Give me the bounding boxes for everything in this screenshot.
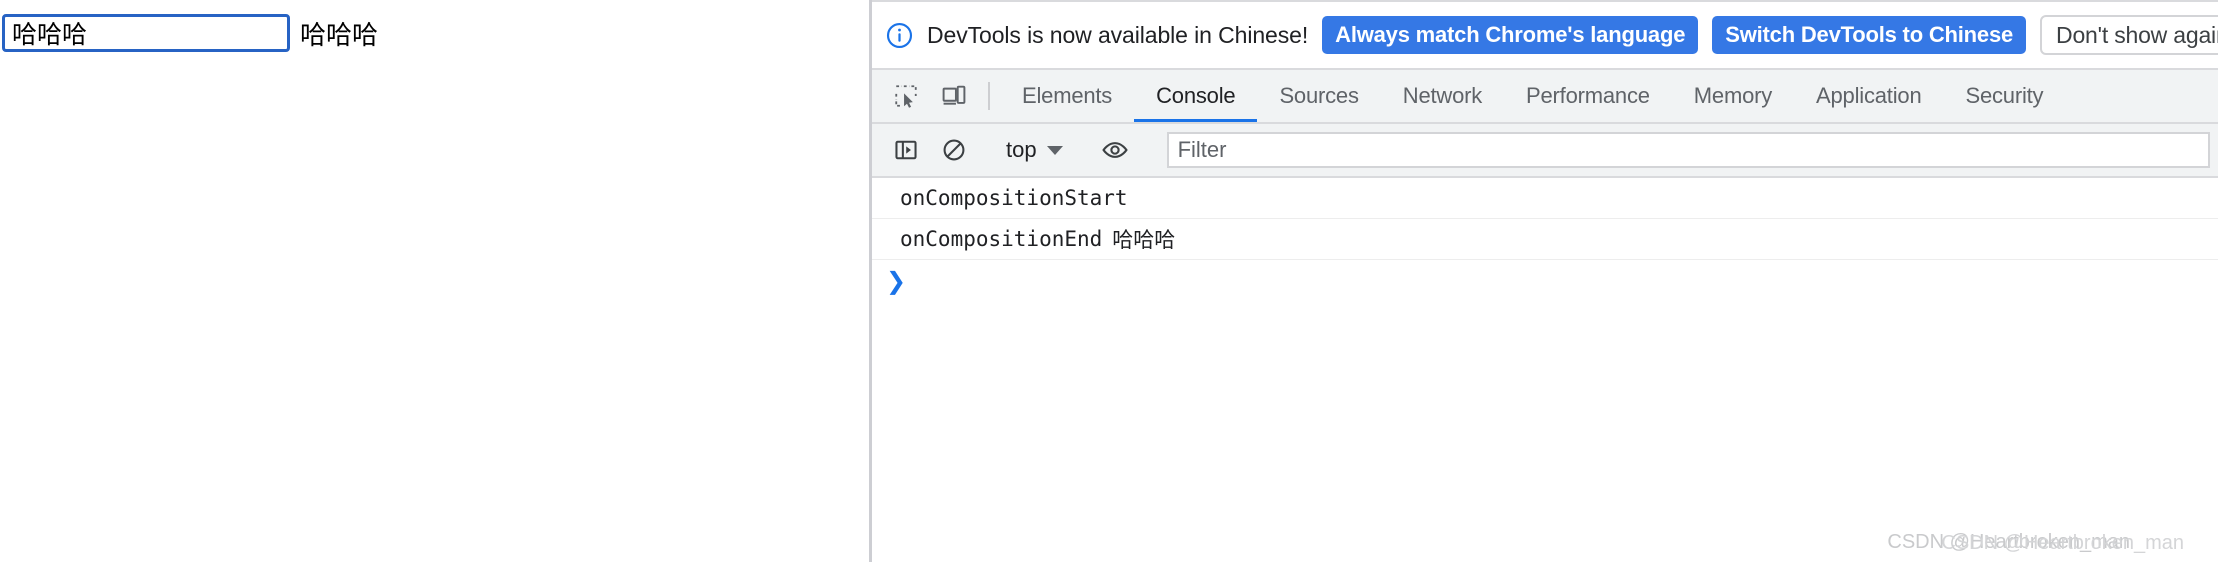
console-prompt-row[interactable]: ❯ xyxy=(872,260,2218,302)
console-message-row[interactable]: onCompositionStart xyxy=(872,178,2218,219)
tab-label: Memory xyxy=(1693,83,1773,108)
console-message-text: onCompositionStart xyxy=(900,186,1128,210)
composition-text-input[interactable] xyxy=(2,14,290,52)
locale-notification-message: DevTools is now available in Chinese! xyxy=(927,21,1309,48)
clear-console-button[interactable] xyxy=(930,137,978,163)
toggle-device-toolbar-button[interactable] xyxy=(930,70,978,122)
console-toolbar: top xyxy=(872,124,2218,178)
inspect-element-button[interactable] xyxy=(882,70,930,122)
tab-elements[interactable]: Elements xyxy=(1000,70,1134,122)
tab-label: Elements xyxy=(1022,83,1113,108)
tab-application[interactable]: Application xyxy=(1794,70,1943,122)
tab-performance[interactable]: Performance xyxy=(1504,70,1672,122)
mirrored-value-text: 哈哈哈 xyxy=(300,20,379,51)
tab-network[interactable]: Network xyxy=(1381,70,1504,122)
locale-notification-bar: DevTools is now available in Chinese! Al… xyxy=(872,0,2218,70)
tab-label: Console xyxy=(1156,83,1236,108)
context-label: top xyxy=(1006,137,1037,162)
dont-show-again-button[interactable]: Don't show again xyxy=(2040,15,2218,55)
devtools-panel: DevTools is now available in Chinese! Al… xyxy=(872,0,2218,562)
device-toolbar-icon xyxy=(942,85,966,105)
chevron-down-icon xyxy=(1046,145,1063,155)
tab-security[interactable]: Security xyxy=(1943,70,2065,122)
tab-console[interactable]: Console xyxy=(1134,70,1258,122)
console-message-list: onCompositionStart onCompositionEnd 哈哈哈 … xyxy=(872,178,2218,534)
tabbar-separator xyxy=(988,82,990,110)
console-message-row[interactable]: onCompositionEnd 哈哈哈 xyxy=(872,219,2218,260)
tab-memory[interactable]: Memory xyxy=(1672,70,1794,122)
console-message-text: onCompositionEnd xyxy=(900,227,1103,251)
console-sidebar-button[interactable] xyxy=(882,137,930,163)
devtools-tab-bar: Elements Console Sources Network Perform… xyxy=(872,70,2218,124)
input-demo-row: 哈哈哈 xyxy=(2,14,378,52)
console-message-argument: 哈哈哈 xyxy=(1112,228,1176,252)
tab-sources[interactable]: Sources xyxy=(1257,70,1380,122)
console-filter-input[interactable] xyxy=(1166,132,2210,168)
info-circle-icon xyxy=(886,22,913,48)
live-expression-eye-icon xyxy=(1101,142,1128,158)
tab-label: Application xyxy=(1816,83,1922,108)
tab-label: Security xyxy=(1965,83,2044,108)
always-match-chrome-language-button[interactable]: Always match Chrome's language xyxy=(1322,16,1699,54)
console-prompt-arrow-icon: ❯ xyxy=(886,267,907,295)
tab-label: Network xyxy=(1402,83,1483,108)
tab-label: Sources xyxy=(1279,83,1359,108)
browser-window: 哈哈哈 DevTools is now available in Chinese… xyxy=(0,0,2218,562)
javascript-context-selector[interactable]: top xyxy=(1000,137,1069,163)
live-expression-button[interactable] xyxy=(1091,136,1139,164)
switch-devtools-to-chinese-button[interactable]: Switch DevTools to Chinese xyxy=(1712,16,2027,54)
tab-label: Performance xyxy=(1526,83,1650,108)
web-page-viewport: 哈哈哈 xyxy=(0,0,869,562)
inspect-element-icon xyxy=(895,85,917,108)
clear-console-icon xyxy=(943,139,965,161)
console-sidebar-icon xyxy=(895,140,917,160)
